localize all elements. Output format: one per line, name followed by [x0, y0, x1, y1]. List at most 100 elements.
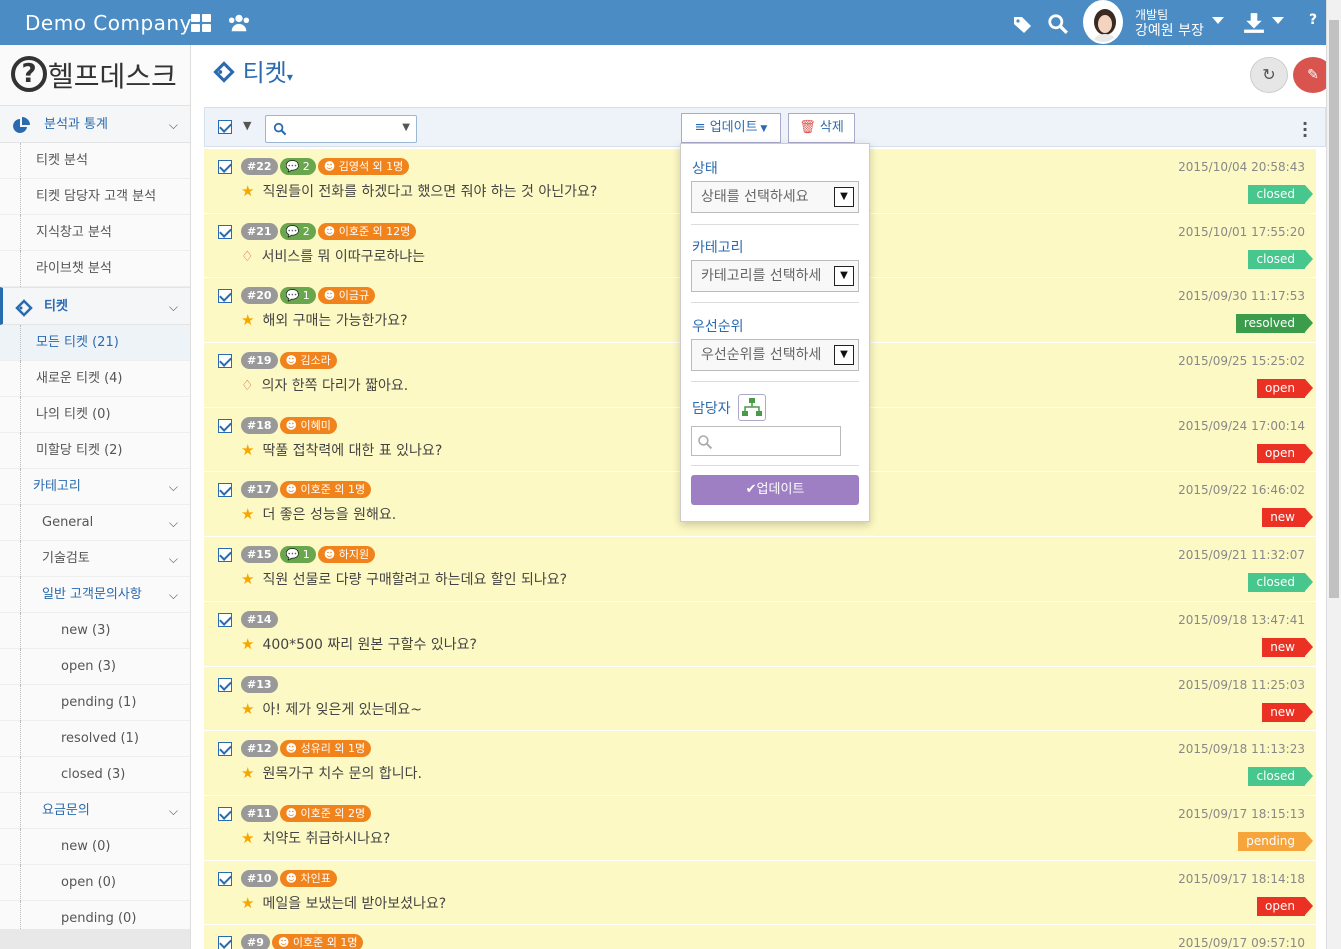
sidebar-item-all-tickets[interactable]: 모든 티켓 (21) [0, 325, 190, 361]
ticket-checkbox[interactable] [218, 871, 232, 886]
ticket-id-badge[interactable]: #21 [241, 222, 278, 240]
apply-update-button[interactable]: ✔업데이트 [691, 475, 859, 505]
search-icon[interactable] [1047, 13, 1069, 35]
ticket-subject[interactable]: ★ 더 좋은 성능을 원해요. [241, 504, 396, 524]
sidebar-item-agent-customer-analysis[interactable]: 티켓 담당자 고객 분석 [0, 179, 190, 215]
ticket-subject[interactable]: ♢ 의자 한쪽 다리가 짧아요. [241, 375, 408, 395]
requester-badge[interactable]: ☻ 이호준 외 12명 [317, 222, 417, 240]
ticket-id-badge[interactable]: #18 [241, 416, 278, 434]
user-name[interactable]: 강예원 부장 [1135, 20, 1204, 40]
ticket-subject[interactable]: ★ 직원들이 전화를 하겠다고 했으면 줘야 하는 것 아닌가요? [241, 181, 597, 201]
sidebar-item-knowledge-analysis[interactable]: 지식창고 분석 [0, 215, 190, 251]
sidebar-item-my-tickets[interactable]: 나의 티켓 (0) [0, 397, 190, 433]
ticket-checkbox[interactable] [218, 483, 232, 498]
ticket-id-badge[interactable]: #12 [241, 740, 278, 758]
sidebar-item-category-tech[interactable]: 기술검토 ⌵ [0, 541, 190, 577]
page-title[interactable]: 티켓▾ [213, 53, 293, 88]
ticket-subject[interactable]: ★ 해외 구매는 가능한가요? [241, 310, 408, 330]
sidebar-section-analytics[interactable]: 분석과 통계 ⌵ [0, 105, 190, 143]
ticket-row[interactable]: #9☻ 이호준 외 1명★2015/09/17 09:57:10 [204, 925, 1316, 949]
ticket-checkbox[interactable] [218, 612, 232, 627]
requester-badge[interactable]: ☻ 김영석 외 1명 [317, 158, 410, 175]
users-icon[interactable] [228, 12, 250, 34]
scrollbar-thumb[interactable] [1329, 20, 1339, 598]
ticket-subject[interactable]: ★ 메일을 보냈는데 받아보셨나요? [241, 893, 446, 913]
sidebar-item-inquiry-new[interactable]: new (3) [0, 613, 190, 649]
category-select[interactable]: 카테고리를 선택하세 ▼ [691, 260, 859, 292]
ticket-id-badge[interactable]: #13 [241, 675, 278, 693]
sidebar-section-tickets[interactable]: 티켓 ⌵ [0, 287, 190, 325]
dashboard-grid-icon[interactable] [190, 12, 212, 34]
ticket-checkbox[interactable] [218, 418, 232, 433]
sidebar-item-inquiry-open[interactable]: open (3) [0, 649, 190, 685]
update-menu-button[interactable]: ≡ 업데이트 ▼ [681, 113, 781, 143]
caret-down-icon[interactable] [1272, 16, 1284, 26]
sidebar-item-inquiry-closed[interactable]: closed (3) [0, 757, 190, 793]
page-scrollbar[interactable] [1326, 0, 1341, 949]
ticket-id-badge[interactable]: #15 [241, 546, 278, 564]
helpdesk-logo[interactable]: ? 헬프데스크 [0, 45, 190, 105]
requester-badge[interactable]: ☻ 이호준 외 1명 [279, 481, 372, 499]
refresh-button[interactable]: ↻ [1250, 57, 1288, 93]
search-input[interactable]: ▼ [265, 115, 417, 143]
ticket-checkbox[interactable] [218, 224, 232, 239]
ticket-subject[interactable]: ★ 원목가구 치수 문의 합니다. [241, 763, 422, 783]
sidebar-item-livechat-analysis[interactable]: 라이브챗 분석 [0, 251, 190, 287]
assignee-search-input[interactable] [691, 426, 841, 456]
requester-badge[interactable]: ☻ 하지원 [317, 546, 376, 564]
ticket-checkbox[interactable] [218, 936, 232, 949]
ticket-subject[interactable]: ★ 아! 제가 잊은게 있는데요~ [241, 699, 422, 719]
ticket-id-badge[interactable]: #9 [241, 934, 270, 949]
sidebar-item-category-billing[interactable]: 요금문의 ⌵ [0, 793, 190, 829]
ticket-checkbox[interactable] [218, 742, 232, 757]
caret-down-icon[interactable]: ▼ [243, 119, 251, 132]
edit-button[interactable]: ✎ [1293, 57, 1326, 93]
ticket-row[interactable]: #10 ☻ 차인표 ★ 메일을 보냈는데 받아보셨나요? 2015/09/17 18:1… [204, 860, 1316, 926]
ticket-checkbox[interactable] [218, 160, 232, 174]
requester-badge[interactable]: ☻ 이호준 외 1명 [271, 934, 364, 949]
ticket-row[interactable]: #14 ★ 400*500 짜리 원본 구할수 있나요? 2015/09/18 13:… [204, 601, 1316, 667]
requester-badge[interactable]: ☻ 이호준 외 2명 [279, 804, 372, 822]
status-select[interactable]: 상태를 선택하세요 ▼ [691, 181, 859, 213]
select-all-checkbox[interactable] [218, 120, 232, 134]
ticket-id-badge[interactable]: #10 [241, 869, 278, 887]
user-avatar[interactable] [1083, 0, 1123, 44]
sidebar-item-billing-new[interactable]: new (0) [0, 829, 190, 865]
tags-icon[interactable] [1012, 13, 1034, 35]
company-name[interactable]: Demo Company [25, 11, 192, 35]
sidebar-item-inquiry-pending[interactable]: pending (1) [0, 685, 190, 721]
ticket-checkbox[interactable] [218, 806, 232, 821]
ticket-row[interactable]: #13 ★ 아! 제가 잊은게 있는데요~ 2015/09/18 11:25:03 ne… [204, 666, 1316, 732]
requester-badge[interactable]: ☻ 이금규 [317, 287, 376, 305]
ticket-id-badge[interactable]: #19 [241, 352, 278, 370]
ticket-id-badge[interactable]: #20 [241, 287, 278, 305]
ticket-subject[interactable]: ★ 딱풀 접착력에 대한 표 있나요? [241, 440, 442, 460]
sidebar-item-inquiry-resolved[interactable]: resolved (1) [0, 721, 190, 757]
ticket-id-badge[interactable]: #11 [241, 804, 278, 822]
ticket-row[interactable]: #12 ☻ 성유리 외 1명 ★ 원목가구 치수 문의 합니다. 2015/09/18 … [204, 731, 1316, 796]
ticket-checkbox[interactable] [218, 289, 232, 304]
requester-badge[interactable]: ☻ 성유리 외 1명 [279, 740, 372, 758]
ticket-checkbox[interactable] [218, 354, 232, 369]
sidebar-item-billing-open[interactable]: open (0) [0, 865, 190, 901]
requester-badge[interactable]: ☻ 이혜미 [279, 416, 337, 434]
sidebar-item-category-inquiry[interactable]: 일반 고객문의사항 ⌵ [0, 577, 190, 613]
ticket-id-badge[interactable]: #14 [241, 610, 278, 628]
more-options-icon[interactable]: · · · [1302, 116, 1308, 144]
org-chart-icon[interactable] [738, 394, 766, 421]
ticket-row[interactable]: #15 💬 1 ☻ 하지원 ★ 직원 선물로 다량 구매할려고 하는데요 할인 되나요?… [204, 537, 1316, 602]
ticket-id-badge[interactable]: #22 [241, 158, 278, 175]
ticket-subject[interactable]: ★ 직원 선물로 다량 구매할려고 하는데요 할인 되나요? [241, 569, 567, 589]
requester-badge[interactable]: ☻ 김소라 [279, 352, 337, 370]
ticket-subject[interactable]: ★ 400*500 짜리 원본 구할수 있나요? [241, 634, 477, 654]
sidebar-item-category-general[interactable]: General ⌵ [0, 505, 190, 541]
sidebar-item-unassigned-tickets[interactable]: 미할당 티켓 (2) [0, 433, 190, 469]
help-icon[interactable]: ? [1309, 12, 1317, 28]
ticket-subject[interactable]: ★ 치약도 취급하시나요? [241, 828, 390, 848]
priority-select[interactable]: 우선순위를 선택하세 ▼ [691, 339, 859, 371]
delete-button[interactable]: 🗑 삭제 [788, 113, 855, 143]
ticket-checkbox[interactable] [218, 677, 232, 692]
ticket-subject[interactable]: ♢ 서비스를 뭐 이따구로하냐는 [241, 246, 425, 266]
sidebar-item-new-tickets[interactable]: 새로운 티켓 (4) [0, 361, 190, 397]
ticket-row[interactable]: #11 ☻ 이호준 외 2명 ★ 치약도 취급하시나요? 2015/09/17 18:1… [204, 795, 1316, 861]
